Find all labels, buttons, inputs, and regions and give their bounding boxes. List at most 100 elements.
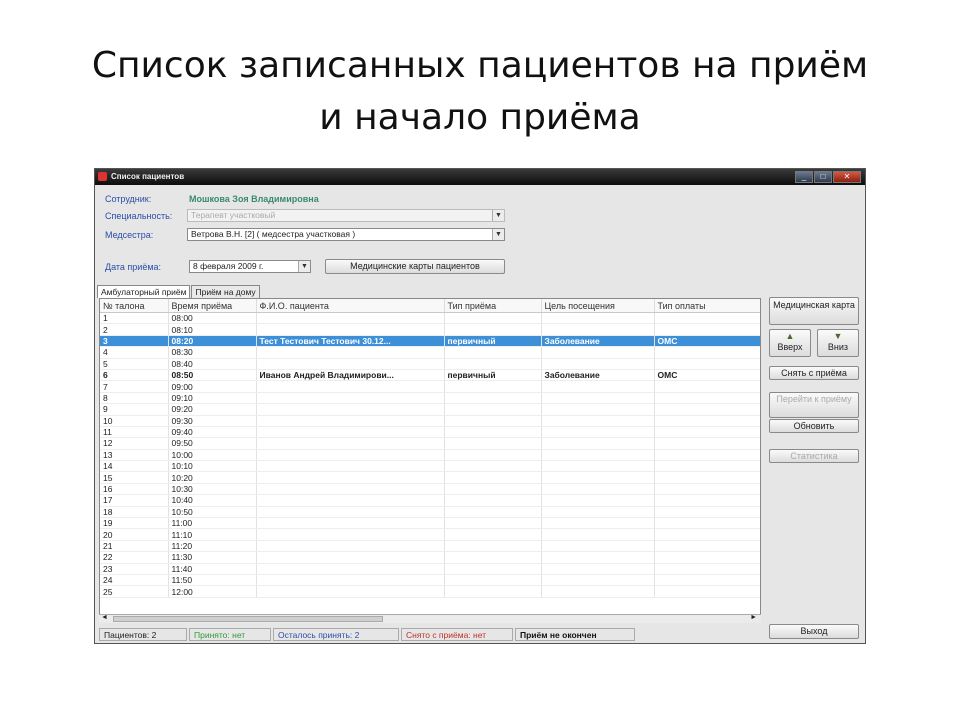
table-cell: 11:00 (168, 517, 257, 530)
table-row[interactable]: 12 09:50 (100, 437, 760, 450)
table-cell: ОМС (654, 335, 760, 348)
table-row[interactable]: 23 11:40 (100, 563, 760, 576)
table-cell (654, 551, 760, 564)
table-cell (256, 312, 445, 325)
table-cell: 10:50 (168, 506, 257, 519)
table-cell (256, 585, 445, 598)
column-header[interactable]: Тип оплаты (654, 299, 760, 313)
minimize-button[interactable]: _ (795, 171, 813, 183)
column-header[interactable]: Время приёма (168, 299, 257, 313)
medical-records-button[interactable]: Медицинские карты пациентов (325, 259, 505, 274)
table-row[interactable]: 10 09:30 (100, 415, 760, 427)
table-cell (444, 415, 542, 427)
table-row[interactable]: 9 09:20 (100, 403, 760, 416)
specialty-label: Специальность: (105, 211, 173, 221)
exit-button[interactable]: Выход (769, 624, 859, 639)
table-cell (444, 460, 542, 473)
move-down-button[interactable]: ▼ Вниз (817, 329, 859, 357)
table-cell: 16 (100, 483, 169, 496)
table-cell: 11:30 (168, 551, 257, 564)
refresh-button[interactable]: Обновить (769, 419, 859, 433)
table-cell (444, 392, 542, 405)
table-cell: 10:00 (168, 449, 257, 462)
table-row[interactable]: 4 08:30 (100, 346, 760, 359)
table-row[interactable]: 17 10:40 (100, 494, 760, 507)
column-header[interactable]: Цель посещения (541, 299, 655, 313)
status-state: Приём не окончен (515, 628, 635, 641)
table-cell (256, 551, 445, 564)
table-cell: 3 (100, 335, 169, 348)
table-cell: 10:30 (168, 483, 257, 496)
column-header[interactable]: Ф.И.О. пациента (256, 299, 445, 313)
column-header[interactable]: № талона (100, 299, 169, 313)
table-cell (256, 563, 445, 576)
table-row[interactable]: 16 10:30 (100, 483, 760, 496)
table-cell (256, 483, 445, 496)
table-cell (654, 426, 760, 439)
table-cell (654, 449, 760, 462)
table-row[interactable]: 22 11:30 (100, 551, 760, 564)
table-row[interactable]: 8 09:10 (100, 392, 760, 405)
table-cell (444, 540, 542, 553)
table-cell (256, 506, 445, 519)
table-row[interactable]: 5 08:40 (100, 358, 760, 370)
table-cell (654, 460, 760, 473)
column-header[interactable]: Тип приёма (444, 299, 542, 313)
statistics-button[interactable]: Статистика (769, 449, 859, 463)
table-row[interactable]: 19 11:00 (100, 517, 760, 530)
patients-window: Список пациентов _ □ ✕ Сотрудник: Мошков… (94, 168, 866, 644)
table-row[interactable]: 1 08:00 (100, 312, 760, 325)
table-cell: 25 (100, 585, 169, 598)
table-cell: 2 (100, 323, 169, 336)
table-cell: 14 (100, 460, 169, 473)
window-titlebar: Список пациентов _ □ ✕ (95, 169, 865, 185)
arrow-left-icon[interactable]: ◄ (101, 614, 108, 621)
status-patients: Пациентов: 2 (99, 628, 187, 641)
arrow-right-icon[interactable]: ► (750, 614, 757, 621)
table-row[interactable]: 13 10:00 (100, 449, 760, 462)
table-cell (444, 483, 542, 496)
table-cell: 22 (100, 551, 169, 564)
remove-from-queue-button[interactable]: Снять с приёма (769, 366, 859, 380)
table-row[interactable]: 2 08:10 (100, 323, 760, 336)
table-row[interactable]: 11 09:40 (100, 426, 760, 439)
tab-home-visit[interactable]: Приём на дому (191, 285, 260, 298)
tab-outpatient[interactable]: Амбулаторный приём (97, 285, 191, 298)
table-row[interactable]: 18 10:50 (100, 506, 760, 519)
table-cell (541, 494, 655, 507)
table-row[interactable]: 20 11:10 (100, 528, 760, 541)
table-cell (654, 415, 760, 427)
table-row[interactable]: 6 08:50 Иванов Андрей Владимирови... первич… (100, 369, 760, 382)
nurse-select[interactable]: Ветрова В.Н. [2] ( медсестра участковая … (187, 228, 505, 241)
table-row[interactable]: 7 09:00 (100, 380, 760, 393)
specialty-select[interactable]: Терапевт участковый ▼ (187, 209, 505, 222)
maximize-button[interactable]: □ (814, 171, 832, 183)
scrollbar-thumb[interactable] (113, 616, 383, 622)
table-cell (541, 563, 655, 576)
table-row[interactable]: 15 10:20 (100, 471, 760, 484)
table-cell: 18 (100, 506, 169, 519)
table-cell: 4 (100, 346, 169, 359)
date-picker[interactable]: 8 февраля 2009 г. ▼ (189, 260, 311, 273)
table-cell: 09:20 (168, 403, 257, 416)
table-cell: 09:10 (168, 392, 257, 405)
table-row[interactable]: 25 12:00 (100, 585, 760, 598)
medical-card-button[interactable]: Медицинская карта (769, 297, 859, 325)
chevron-down-icon: ▼ (492, 210, 504, 221)
table-cell (256, 346, 445, 359)
table-cell: 11:40 (168, 563, 257, 576)
goto-appointment-button[interactable]: Перейти к приёму (769, 392, 859, 418)
table-row[interactable]: 24 11:50 (100, 574, 760, 587)
close-button[interactable]: ✕ (833, 171, 861, 183)
table-row[interactable]: 21 11:20 (100, 540, 760, 553)
table-row[interactable]: 14 10:10 (100, 460, 760, 473)
table-cell: 09:40 (168, 426, 257, 439)
table-cell (541, 426, 655, 439)
arrow-up-icon: ▲ (785, 331, 795, 341)
move-up-button[interactable]: ▲ Вверх (769, 329, 811, 357)
table-row[interactable]: 3 08:20 Тест Тестович Тестович 30.12... пер… (100, 335, 760, 348)
horizontal-scrollbar[interactable]: ◄ ► (99, 614, 761, 623)
slide-title-line2: и начало приёма (319, 97, 641, 138)
table-cell (444, 585, 542, 598)
table-cell: 15 (100, 471, 169, 484)
